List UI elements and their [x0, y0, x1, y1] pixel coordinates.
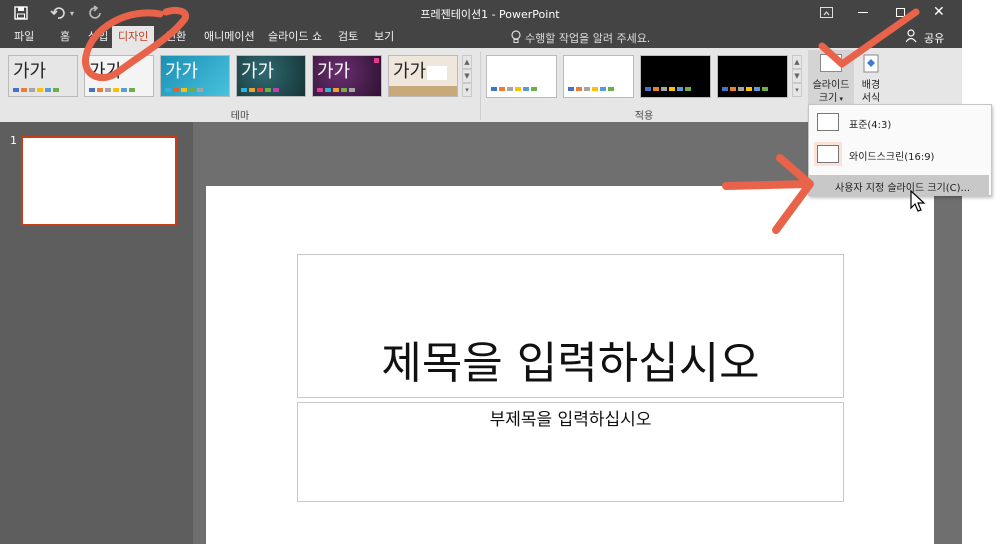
title-bar: ▾ 프레젠테이션1 - PowerPoint ✕	[0, 0, 962, 26]
theme-ion[interactable]: 가가	[236, 55, 306, 97]
tab-review[interactable]: 검토	[332, 26, 364, 48]
variant-scroll-up[interactable]: ▲	[792, 55, 802, 69]
ribbon-tab-bar: 파일 홈 삽입 디자인 전환 애니메이션 슬라이드 쇼 검토 보기 수행할 작업…	[0, 26, 962, 48]
slide-size-button[interactable]: 슬라이드 크기 ▾	[808, 50, 854, 104]
chevron-down-icon[interactable]: ▾	[70, 9, 74, 18]
slide-size-menu: 표준(4:3) 와이드스크린(16:9) 사용자 지정 슬라이드 크기(C)..…	[808, 104, 992, 196]
maximize-button[interactable]	[896, 8, 905, 17]
format-background-button[interactable]: 배경 서식	[856, 50, 886, 104]
slide-canvas[interactable]: 제목을 입력하십시오 부제목을 입력하십시오	[206, 186, 934, 544]
menu-item-standard[interactable]: 표준(4:3)	[809, 109, 989, 137]
tab-insert[interactable]: 삽입	[82, 26, 114, 48]
thumbnail-number: 1	[10, 134, 17, 147]
theme-office[interactable]: 가가	[8, 55, 78, 97]
theme-scroll-down[interactable]: ▼	[462, 69, 472, 83]
slide-thumbnail[interactable]	[21, 136, 177, 226]
minimize-button[interactable]	[858, 12, 868, 13]
menu-item-widescreen[interactable]: 와이드스크린(16:9)	[809, 141, 989, 169]
variant-1[interactable]	[486, 55, 557, 98]
theme-facet[interactable]: 가가	[160, 55, 230, 97]
tab-design[interactable]: 디자인	[112, 26, 155, 48]
theme-sample-text: 가가	[13, 61, 47, 82]
tab-view[interactable]: 보기	[368, 26, 400, 48]
tab-slideshow[interactable]: 슬라이드 쇼	[262, 26, 328, 48]
subtitle-placeholder-text: 부제목을 입력하십시오	[489, 410, 652, 430]
standard-slide-icon	[817, 113, 839, 131]
variant-scroll-down[interactable]: ▼	[792, 69, 802, 83]
share-button[interactable]: 공유	[900, 26, 956, 48]
save-icon[interactable]	[14, 6, 28, 20]
theme-sample-text: 가가	[165, 61, 199, 82]
theme-ion-boardroom[interactable]: 가가	[312, 55, 382, 97]
variant-3[interactable]	[640, 55, 711, 98]
theme-sample-text: 가가	[89, 61, 123, 82]
menu-item-custom-size[interactable]: 사용자 지정 슬라이드 크기(C)...	[809, 175, 989, 195]
tab-home[interactable]: 홈	[54, 26, 76, 48]
tab-animations[interactable]: 애니메이션	[198, 26, 261, 48]
lightbulb-icon	[510, 30, 522, 44]
menu-item-label: 표준(4:3)	[849, 120, 892, 131]
tab-transitions[interactable]: 전환	[160, 26, 192, 48]
person-icon	[905, 29, 918, 46]
window-title: 프레젠테이션1 - PowerPoint	[420, 8, 560, 21]
group-label-variants: 적용	[634, 111, 654, 122]
share-label: 공유	[924, 32, 945, 45]
mouse-cursor-icon	[910, 189, 928, 217]
menu-item-label: 사용자 지정 슬라이드 크기(C)...	[835, 183, 971, 194]
group-divider	[480, 52, 481, 120]
paint-bucket-icon	[860, 54, 882, 77]
tab-file[interactable]: 파일	[8, 26, 40, 48]
format-background-label-2: 서식	[861, 93, 881, 104]
slide-size-icon	[820, 54, 842, 72]
variant-4[interactable]	[717, 55, 788, 98]
theme-more[interactable]: ▾	[462, 83, 472, 97]
ribbon-display-icon[interactable]	[820, 7, 833, 18]
title-placeholder-text: 제목을 입력하십시오	[381, 338, 760, 389]
redo-icon[interactable]	[88, 5, 104, 21]
title-placeholder[interactable]: 제목을 입력하십시오	[297, 254, 844, 398]
widescreen-slide-icon	[817, 145, 839, 163]
variant-more[interactable]: ▾	[792, 83, 802, 97]
theme-sample-text: 가가	[393, 61, 427, 82]
theme-office-2[interactable]: 가가	[84, 55, 154, 97]
slide-size-label-2: 크기 ▾	[818, 93, 844, 104]
undo-icon[interactable]	[50, 5, 66, 21]
theme-organic[interactable]: 가가	[388, 55, 458, 97]
close-button[interactable]: ✕	[933, 4, 945, 20]
window-edge	[962, 0, 1000, 544]
theme-sample-text: 가가	[241, 61, 275, 82]
menu-item-label: 와이드스크린(16:9)	[849, 152, 935, 163]
theme-scroll-up[interactable]: ▲	[462, 55, 472, 69]
group-label-theme: 테마	[230, 111, 250, 122]
chevron-down-icon: ▾	[837, 95, 844, 103]
subtitle-placeholder[interactable]: 부제목을 입력하십시오	[297, 402, 844, 502]
variant-2[interactable]	[563, 55, 634, 98]
theme-sample-text: 가가	[317, 61, 351, 82]
tell-me-search[interactable]: 수행할 작업을 알려 주세요.	[525, 30, 650, 46]
